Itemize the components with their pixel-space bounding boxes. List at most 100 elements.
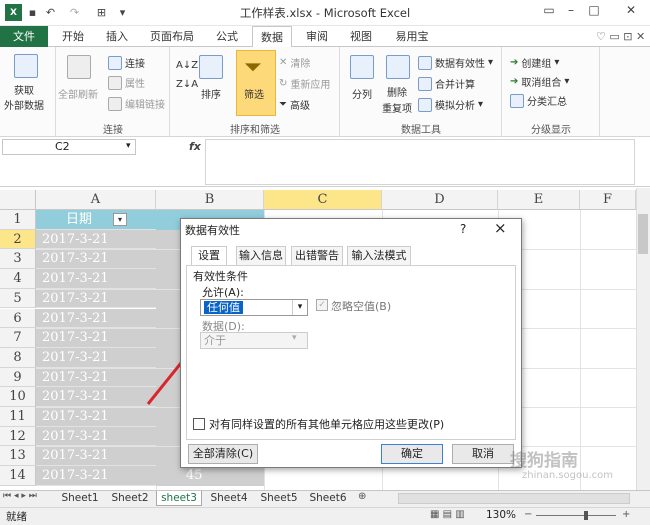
fx-icon[interactable]: fx: [189, 140, 201, 153]
horizontal-scrollbar[interactable]: [398, 493, 630, 504]
row-header[interactable]: 8: [0, 347, 36, 368]
tab-file[interactable]: 文件: [0, 26, 48, 47]
data-validation-button[interactable]: 数据有效性 ▾: [418, 55, 493, 70]
name-box-dropdown-icon[interactable]: ▾: [126, 141, 131, 151]
ribbon-collapse-icons[interactable]: ♡ ▭ ⊡ ✕: [596, 30, 645, 43]
column-header-d[interactable]: D: [382, 190, 498, 210]
cell-date[interactable]: 2017-3-21: [36, 229, 156, 250]
split-button[interactable]: 分列: [352, 86, 372, 101]
tab-data[interactable]: 数据: [252, 26, 292, 48]
insert-sheet-icon[interactable]: ⊕: [358, 491, 366, 502]
cell-date[interactable]: 2017-3-21: [36, 269, 156, 289]
close-icon[interactable]: ✕: [620, 3, 642, 21]
reapply-button[interactable]: ↻ 重新应用: [279, 76, 330, 91]
tab-yiyongbao[interactable]: 易用宝: [388, 26, 436, 47]
sort-asc-icon[interactable]: A↓Z: [176, 60, 198, 71]
row-header[interactable]: 14: [0, 466, 36, 486]
subtotal-button[interactable]: 分类汇总: [510, 93, 567, 108]
cell-date[interactable]: 2017-3-21: [36, 288, 156, 309]
sort-az-buttons[interactable]: A↓Z Z↓A: [176, 60, 198, 90]
get-external-data-button[interactable]: 获取 外部数据: [4, 82, 44, 112]
column-header-b[interactable]: B: [156, 190, 264, 210]
sheet-nav-icons[interactable]: ⏮ ◂ ▸ ⏭: [3, 491, 37, 501]
allow-dropdown-icon[interactable]: ▾: [292, 300, 307, 315]
row-header[interactable]: 12: [0, 426, 36, 447]
tab-view[interactable]: 视图: [341, 26, 381, 47]
cancel-button[interactable]: 取消: [452, 444, 514, 464]
connections-button[interactable]: 连接: [108, 55, 145, 70]
column-header-c[interactable]: C: [264, 190, 382, 210]
row-header[interactable]: 3: [0, 249, 36, 270]
row-header[interactable]: 2: [0, 229, 36, 250]
tab-settings[interactable]: 设置: [191, 246, 227, 266]
ribbon-display-icon[interactable]: ▭: [538, 3, 560, 21]
cell-date[interactable]: 2017-3-21: [36, 367, 156, 388]
help-icon[interactable]: ?: [460, 222, 466, 236]
tab-home[interactable]: 开始: [53, 26, 93, 47]
row-header[interactable]: 7: [0, 328, 36, 348]
ok-button[interactable]: 确定: [381, 444, 443, 464]
sheet-tab[interactable]: Sheet5: [257, 491, 301, 506]
tab-review[interactable]: 审阅: [297, 26, 337, 47]
select-all-corner[interactable]: [0, 190, 36, 210]
maximize-icon[interactable]: □: [583, 3, 605, 21]
row-header[interactable]: 13: [0, 446, 36, 467]
cell-a1-header[interactable]: 日期: [36, 210, 156, 230]
tab-insert[interactable]: 插入: [97, 26, 137, 47]
cell-date[interactable]: 2017-3-21: [36, 249, 156, 270]
tab-error-alert[interactable]: 出错警告: [291, 246, 343, 265]
group-button[interactable]: ➔ 创建组 ▾: [510, 55, 559, 70]
tab-page-layout[interactable]: 页面布局: [143, 26, 201, 47]
row-header[interactable]: 10: [0, 387, 36, 407]
sheet-tab[interactable]: Sheet6: [306, 491, 350, 506]
cell-date[interactable]: 2017-3-21: [36, 426, 156, 447]
ungroup-button[interactable]: ➔ 取消组合 ▾: [510, 74, 569, 89]
sheet-tab[interactable]: Sheet4: [207, 491, 251, 506]
data-dropdown-icon[interactable]: ▾: [292, 333, 297, 343]
cell-date[interactable]: 2017-3-21: [36, 308, 156, 329]
tab-ime-mode[interactable]: 输入法模式: [347, 246, 411, 265]
minimize-icon[interactable]: –: [560, 3, 582, 21]
sort-button[interactable]: 排序: [201, 86, 221, 101]
cell-date[interactable]: 2017-3-21: [36, 387, 156, 407]
sheet-tab[interactable]: Sheet1: [58, 491, 102, 506]
zoom-level[interactable]: 130%: [486, 509, 516, 521]
dialog-close-icon[interactable]: ×: [494, 219, 507, 237]
sheet-tab-active[interactable]: sheet3: [156, 491, 202, 506]
row-header[interactable]: 6: [0, 308, 36, 329]
consolidate-button[interactable]: 合并计算: [418, 76, 475, 91]
vertical-scroll-thumb[interactable]: [638, 214, 648, 254]
column-header-f[interactable]: F: [580, 190, 636, 210]
cell-date[interactable]: 2017-3-21: [36, 446, 156, 467]
tab-input-message[interactable]: 输入信息: [236, 246, 286, 265]
what-if-button[interactable]: 模拟分析 ▾: [418, 97, 483, 112]
apply-all-checkbox[interactable]: [193, 418, 205, 430]
zoom-in-icon[interactable]: +: [622, 509, 630, 520]
cell-b14-value[interactable]: 45: [186, 468, 203, 483]
row-header[interactable]: 4: [0, 269, 36, 289]
ignore-blank-checkbox[interactable]: ✓: [316, 299, 328, 311]
zoom-slider[interactable]: [536, 515, 616, 516]
clear-button[interactable]: ✕ 清除: [279, 55, 310, 70]
column-header-e[interactable]: E: [498, 190, 580, 210]
name-box[interactable]: C2: [2, 139, 136, 155]
advanced-button[interactable]: ⏷ 高级: [279, 97, 310, 112]
cell-date[interactable]: 2017-3-21: [36, 466, 156, 486]
cell-date[interactable]: 2017-3-21: [36, 347, 156, 368]
row-header[interactable]: 1: [0, 210, 36, 230]
tab-formulas[interactable]: 公式: [207, 26, 247, 47]
cell-date[interactable]: 2017-3-21: [36, 328, 156, 348]
filter-dropdown-icon[interactable]: ▾: [113, 213, 127, 226]
refresh-all-button[interactable]: 全部刷新: [58, 86, 98, 101]
row-header[interactable]: 11: [0, 407, 36, 427]
cell-date[interactable]: 2017-3-21: [36, 407, 156, 427]
formula-input[interactable]: [205, 139, 635, 185]
properties-button[interactable]: 属性: [108, 75, 145, 90]
column-header-a[interactable]: A: [36, 190, 156, 210]
row-header[interactable]: 9: [0, 367, 36, 388]
edit-links-button[interactable]: 编辑链接: [108, 96, 165, 111]
zoom-out-icon[interactable]: −: [524, 509, 532, 520]
sheet-tab[interactable]: Sheet2: [108, 491, 152, 506]
view-buttons[interactable]: ▦ ▤ ▥: [430, 509, 465, 520]
row-header[interactable]: 5: [0, 288, 36, 309]
